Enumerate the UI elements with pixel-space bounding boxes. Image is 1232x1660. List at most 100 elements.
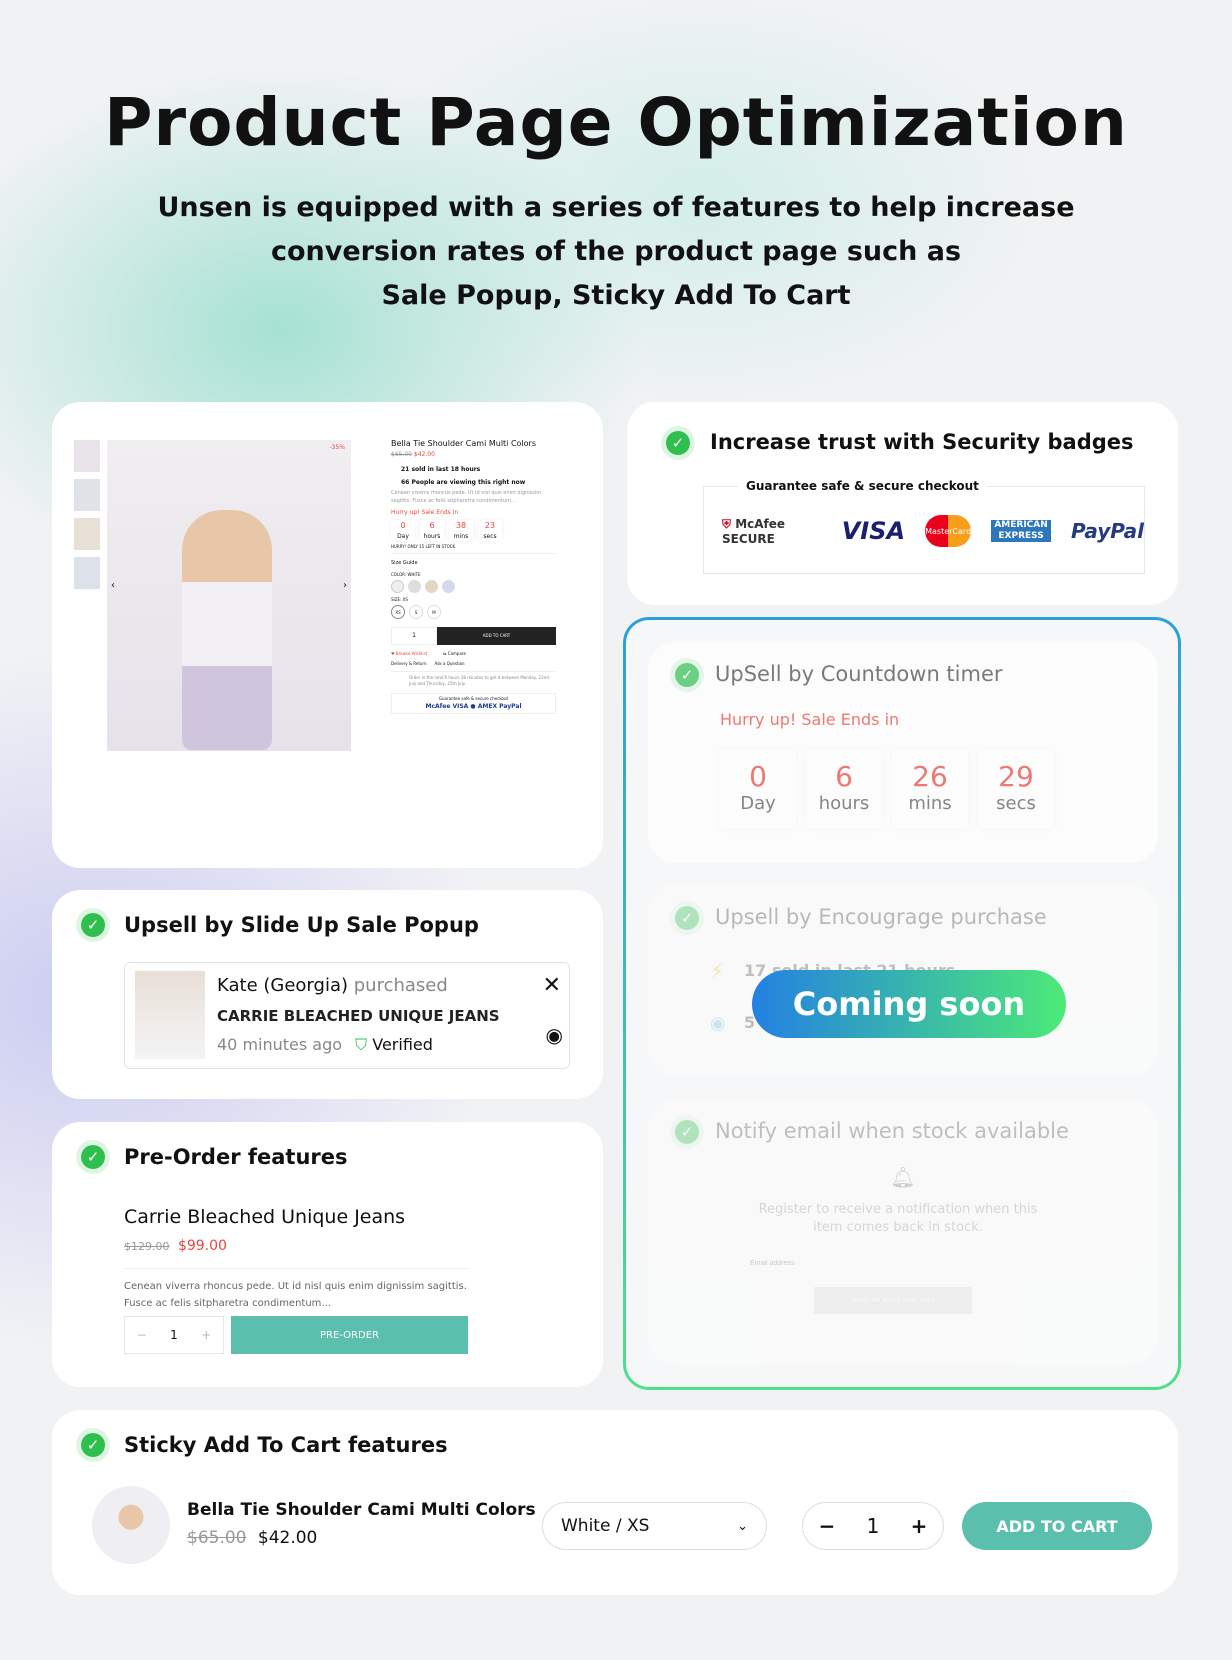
plus-icon[interactable]: +	[911, 1514, 928, 1538]
check-icon: ✓	[670, 1115, 704, 1149]
size-option[interactable]: M	[427, 604, 441, 619]
shield-check-icon: ⛉	[355, 1035, 368, 1054]
sticky-product-name: Bella Tie Shoulder Cami Multi Colors	[187, 1500, 536, 1520]
coming-soon-badge: Coming soon	[752, 970, 1066, 1038]
check-icon: ✓	[670, 658, 704, 692]
sale-popup[interactable]: Kate (Georgia) purchased CARRIE BLEACHED…	[124, 962, 570, 1069]
minus-icon[interactable]: −	[137, 1328, 147, 1342]
thumbnail[interactable]	[74, 518, 100, 550]
next-arrow-icon[interactable]: ›	[343, 580, 347, 591]
countdown-label: hours	[818, 793, 870, 814]
cd-value: 23	[484, 521, 496, 530]
cd-label: Day	[397, 533, 409, 540]
countdown-label: mins	[908, 793, 952, 814]
page-title: Product Page Optimization	[104, 84, 1128, 161]
countdown-secs: 29 secs	[978, 750, 1054, 828]
countdown-value: 26	[912, 760, 948, 793]
bell-icon: 🔔︎	[890, 1165, 916, 1189]
cd-value: 6	[429, 521, 435, 530]
card-title: Notify email when stock available	[715, 1119, 1069, 1143]
swatch[interactable]	[442, 579, 455, 593]
wishlist-label: Browse Wishlist	[395, 650, 428, 656]
paypal-badge: PayPal	[1070, 519, 1144, 543]
eye-icon[interactable]: ◉	[546, 1023, 563, 1047]
product-image: -35% ‹ ›	[107, 440, 351, 751]
preorder-button[interactable]: PRE-ORDER	[231, 1316, 468, 1354]
viewing-text: 66 People are viewing this right now	[401, 479, 526, 486]
badges-legend: Guarantee safe & secure checkout	[738, 479, 987, 493]
check-icon: ✓	[76, 1140, 110, 1174]
plus-icon[interactable]: +	[201, 1328, 211, 1342]
thumbnail-list	[74, 440, 100, 589]
card-title: Sticky Add To Cart features	[124, 1433, 448, 1457]
size-guide-link[interactable]: Size Guide	[391, 560, 556, 568]
hurry-text: Hurry up! Sale Ends in	[720, 710, 900, 729]
check-icon: ✓	[76, 1428, 110, 1462]
price: $42.00	[257, 1528, 318, 1548]
badge-text: McAfee SECURE	[722, 516, 786, 546]
discount-badge: -35%	[329, 444, 345, 451]
sticky-product-avatar	[92, 1486, 170, 1564]
popup-time: 40 minutes ago	[217, 1035, 343, 1054]
buyer-name: Kate (Georgia)	[217, 975, 348, 996]
card-title: Increase trust with Security badges	[710, 430, 1134, 454]
price: $42.00	[413, 451, 435, 458]
qty-stepper[interactable]: − 1 +	[802, 1502, 944, 1550]
security-card: ✓ Increase trust with Security badges Gu…	[627, 402, 1178, 605]
qty-value: 1	[170, 1328, 178, 1342]
eye-icon: ◉	[710, 1013, 726, 1034]
model-figure	[182, 510, 272, 750]
verified-label: Verified	[372, 1035, 433, 1054]
old-price: $129.00	[124, 1240, 170, 1253]
sale-popup-card: ✓ Upsell by Slide Up Sale Popup Kate (Ge…	[52, 890, 603, 1099]
swatch[interactable]	[408, 579, 421, 593]
notify-text: Register to receive a notification when …	[758, 1202, 1038, 1235]
cd-value: 0	[400, 521, 406, 530]
variant-select[interactable]: White / XS ⌄	[542, 1502, 767, 1550]
swatch[interactable]	[425, 579, 438, 593]
popup-product-name: CARRIE BLEACHED UNIQUE JEANS	[217, 1007, 500, 1025]
size-option[interactable]: S	[409, 604, 423, 619]
countdown-hours: 6 hours	[806, 750, 882, 828]
prev-arrow-icon[interactable]: ‹	[111, 580, 115, 591]
email-input[interactable]	[742, 1249, 1042, 1277]
thumbnail[interactable]	[74, 479, 100, 511]
size-option[interactable]: XS	[391, 604, 405, 619]
product-preview-card: -35% ‹ › Bella Tie Shoulder Cami Multi C…	[52, 402, 603, 868]
ask-link[interactable]: Ask a Question	[435, 661, 465, 667]
subtitle-line: Sale Popup, Sticky Add To Cart	[381, 280, 851, 311]
delivery-link[interactable]: Delivery & Return	[391, 661, 427, 667]
page-subtitle: Unsen is equipped with a series of featu…	[0, 186, 1232, 318]
add-to-cart-button[interactable]: ADD TO CART	[962, 1502, 1152, 1550]
old-price: $65.00	[187, 1528, 247, 1548]
card-title: Upsell by Slide Up Sale Popup	[124, 913, 479, 937]
swatch[interactable]	[391, 579, 404, 593]
wishlist-link[interactable]: ♥ Browse Wishlist	[391, 651, 427, 657]
purchase-action: purchased	[353, 975, 448, 996]
qty-value: 1	[866, 1514, 880, 1538]
order-note: Order in the next 6 hours 38 minutes to …	[409, 674, 549, 686]
compare-link[interactable]: ⇆ Compare	[443, 651, 466, 657]
close-icon[interactable]: ✕	[543, 973, 561, 998]
countdown-label: Day	[740, 793, 776, 814]
size-label: SIZE: XS	[391, 596, 408, 602]
countdown-value: 0	[749, 760, 767, 793]
mini-countdown: 0 Day 6 hours 38 mins 23 secs	[391, 520, 556, 541]
add-to-cart-button[interactable]: ADD TO CART	[437, 626, 556, 645]
sticky-cart-card: ✓ Sticky Add To Cart features Bella Tie …	[52, 1410, 1178, 1595]
email-me-button[interactable]: EMAIL ME WHEN AVAILABLE	[814, 1287, 972, 1314]
notify-card: ✓ Notify email when stock available 🔔︎ R…	[648, 1099, 1158, 1365]
price: $99.00	[177, 1238, 227, 1254]
cd-label: mins	[453, 533, 469, 540]
minus-icon[interactable]: −	[819, 1514, 836, 1538]
card-title: UpSell by Countdown timer	[715, 662, 1003, 686]
thumbnail[interactable]	[74, 440, 100, 472]
description: Cenean viverra rhoncus pede. Ut id nisl …	[391, 490, 542, 504]
countdown-value: 6	[835, 760, 853, 793]
mcafee-badge: ⛨ McAfee SECURE	[722, 516, 786, 546]
qty-stepper[interactable]: − 1 +	[124, 1316, 224, 1354]
popup-product-image	[135, 971, 205, 1059]
qty-input[interactable]: 1	[391, 626, 437, 645]
cd-label: hours	[423, 533, 441, 540]
thumbnail[interactable]	[74, 557, 100, 589]
